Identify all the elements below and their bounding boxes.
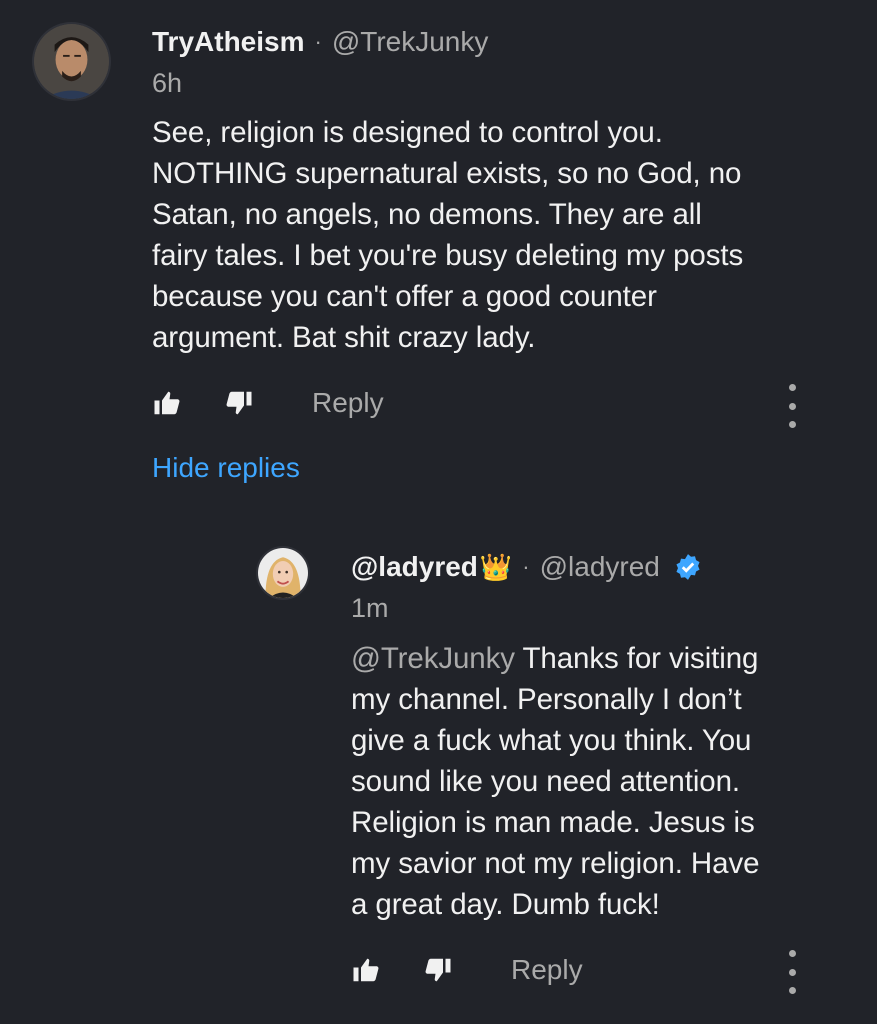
thumbs-down-icon[interactable]	[421, 953, 455, 987]
reply-author[interactable]: @ladyred	[351, 550, 478, 584]
separator-dot: ·	[522, 554, 530, 579]
avatar-image	[258, 548, 308, 598]
reply-handle[interactable]: @ladyred	[540, 550, 660, 584]
comment-author[interactable]: TryAtheism	[152, 25, 305, 59]
comment-text-line: fairy tales. I bet you're busy deleting …	[152, 239, 744, 272]
avatar[interactable]	[256, 546, 310, 600]
comment-text-line: because you can't offer a good counter	[152, 280, 657, 313]
comment-header: TryAtheism · @TrekJunky	[152, 25, 488, 59]
reply-text-segment: Thanks for visiting	[514, 642, 759, 675]
reply-text-line: my savior not my religion. Have	[351, 847, 760, 880]
reply-text-line: @TrekJunky Thanks for visiting	[351, 638, 851, 679]
reply-text-line: Religion is man made. Jesus is	[351, 806, 755, 839]
comment-handle[interactable]: @TrekJunky	[332, 25, 489, 59]
reply-time[interactable]: 1m	[351, 592, 389, 624]
reply-text-line: a great day. Dumb fuck!	[351, 888, 660, 921]
reply-text-line: give a fuck what you think. You	[351, 724, 752, 757]
mention-link[interactable]: @TrekJunky	[351, 642, 515, 675]
comment-text-line: Satan, no angels, no demons. They are al…	[152, 198, 702, 231]
reply-body: @TrekJunky Thanks for visiting my channe…	[351, 638, 851, 925]
avatar-image	[34, 24, 109, 99]
thumbs-up-icon[interactable]	[150, 386, 184, 420]
reply-actions: Reply	[349, 953, 583, 987]
thumbs-down-icon[interactable]	[222, 386, 256, 420]
comment-text-line: NOTHING supernatural exists, so no God, …	[152, 157, 742, 190]
crown-emoji: 👑	[479, 552, 513, 582]
separator-dot: ·	[314, 29, 322, 54]
comment-body: See, religion is designed to control you…	[152, 112, 852, 358]
comment-text-line: See, religion is designed to control you…	[152, 116, 663, 149]
comment-text-line: argument. Bat shit crazy lady.	[152, 321, 536, 354]
reply-button[interactable]: Reply	[511, 954, 583, 986]
more-vert-icon[interactable]	[782, 950, 802, 994]
reply-button[interactable]: Reply	[312, 387, 384, 419]
reply-text-line: my channel. Personally I don’t	[351, 683, 742, 716]
avatar[interactable]	[32, 22, 111, 101]
more-vert-icon[interactable]	[782, 384, 802, 428]
comment-time[interactable]: 6h	[152, 67, 182, 99]
reply-header: @ladyred 👑 · @ladyred	[351, 550, 702, 584]
hide-replies-button[interactable]: Hide replies	[152, 450, 300, 486]
verified-check-icon	[674, 553, 702, 581]
thumbs-up-icon[interactable]	[349, 953, 383, 987]
comment-actions: Reply	[150, 386, 384, 420]
reply-text-line: sound like you need attention.	[351, 765, 740, 798]
